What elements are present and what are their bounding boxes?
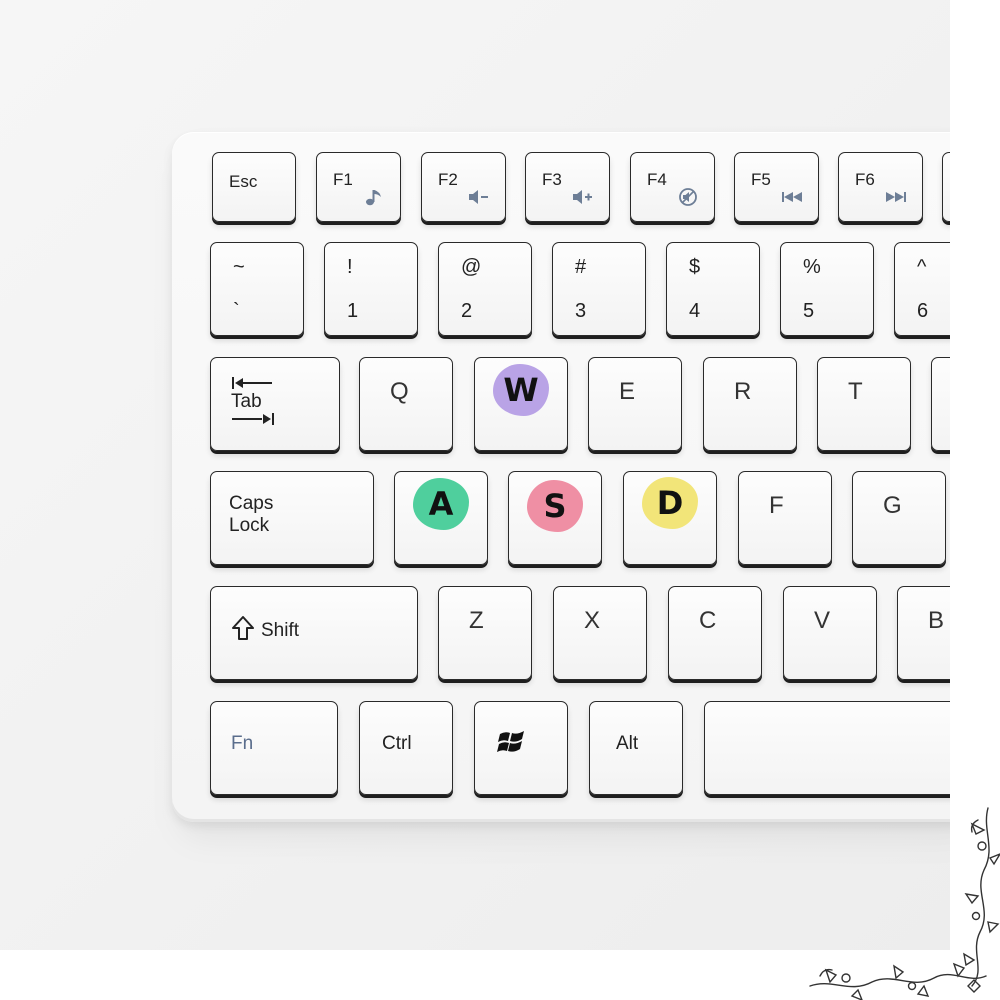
key-w[interactable]: W: [474, 357, 568, 451]
shift-arrow-icon: [232, 616, 254, 640]
key-a[interactable]: A: [394, 471, 488, 565]
key-c[interactable]: C: [668, 586, 762, 680]
next-track-icon: [886, 192, 906, 202]
key-alt[interactable]: Alt: [589, 701, 683, 795]
key-5[interactable]: % 5: [780, 242, 874, 336]
key-f4[interactable]: F4: [630, 152, 715, 222]
key-label: F1: [333, 170, 353, 189]
key-label: 5: [803, 300, 815, 322]
key-label-line2: Lock: [229, 515, 270, 536]
key-space[interactable]: [704, 701, 950, 795]
key-label: F6: [855, 170, 875, 189]
key-g[interactable]: G: [852, 471, 946, 565]
key-x[interactable]: X: [553, 586, 647, 680]
key-label: F2: [438, 170, 458, 189]
key-label: B: [928, 607, 945, 634]
key-v[interactable]: V: [783, 586, 877, 680]
key-label: R: [734, 378, 752, 405]
key-f3[interactable]: F3: [525, 152, 610, 222]
key-label: Z: [469, 607, 484, 634]
key-label: X: [584, 607, 601, 634]
key-label: T: [848, 378, 863, 405]
sticker-s: S: [527, 480, 583, 532]
key-tilde[interactable]: ~ `: [210, 242, 304, 336]
key-label: 1: [347, 300, 359, 322]
key-f2[interactable]: F2: [421, 152, 506, 222]
key-windows[interactable]: [474, 701, 568, 795]
key-label: Fn: [231, 733, 254, 754]
key-r[interactable]: R: [703, 357, 797, 451]
key-ctrl[interactable]: Ctrl: [359, 701, 453, 795]
key-label: F3: [542, 170, 562, 189]
key-label: 4: [689, 300, 701, 322]
key-label: V: [814, 607, 831, 634]
key-label: Esc: [229, 172, 258, 191]
key-label-shift: #: [575, 256, 587, 278]
key-b[interactable]: B: [897, 586, 950, 680]
key-label: F4: [647, 170, 667, 189]
key-y-partial[interactable]: [931, 357, 950, 451]
key-f6[interactable]: F6: [838, 152, 923, 222]
key-f1[interactable]: F1: [316, 152, 401, 222]
key-label: F5: [751, 170, 771, 189]
key-label: C: [699, 607, 717, 634]
key-fn[interactable]: Fn: [210, 701, 338, 795]
key-label: Shift: [261, 620, 300, 641]
key-esc[interactable]: Esc: [212, 152, 296, 222]
key-label: F: [769, 492, 784, 519]
key-tab[interactable]: Tab: [210, 357, 340, 451]
key-d[interactable]: D: [623, 471, 717, 565]
key-label: 2: [461, 300, 473, 322]
key-label: 3: [575, 300, 587, 322]
key-t[interactable]: T: [817, 357, 911, 451]
key-label-shift: !: [347, 256, 353, 278]
tab-left-arrow-icon: [232, 377, 272, 389]
key-label-shift: $: [689, 256, 701, 278]
key-4[interactable]: $ 4: [666, 242, 760, 336]
key-f7-partial[interactable]: [942, 152, 950, 222]
key-label-shift: %: [803, 256, 821, 278]
key-q[interactable]: Q: [359, 357, 453, 451]
previous-track-icon: [782, 192, 802, 202]
key-label: G: [883, 492, 902, 519]
sticker-a: A: [413, 478, 469, 530]
volume-down-icon: [469, 190, 488, 204]
key-e[interactable]: E: [588, 357, 682, 451]
key-3[interactable]: # 3: [552, 242, 646, 336]
key-label-line1: Caps: [229, 493, 274, 514]
key-2[interactable]: @ 2: [438, 242, 532, 336]
key-label-shift: ^: [917, 256, 927, 278]
key-s[interactable]: S: [508, 471, 602, 565]
key-shift[interactable]: Shift: [210, 586, 418, 680]
key-1[interactable]: ! 1: [324, 242, 418, 336]
sticker-w: W: [493, 364, 549, 416]
key-6[interactable]: ^ 6: [894, 242, 950, 336]
decorative-vine-corner: [809, 807, 1000, 1000]
key-f[interactable]: F: [738, 471, 832, 565]
key-caps-lock[interactable]: Caps Lock: [210, 471, 374, 565]
music-note-icon: [366, 190, 381, 206]
key-label: 6: [917, 300, 929, 322]
key-label-shift: ~: [233, 256, 245, 278]
key-f5[interactable]: F5: [734, 152, 819, 222]
key-label: Alt: [616, 733, 639, 754]
mute-icon: [679, 188, 697, 206]
key-label: E: [619, 378, 636, 405]
tab-right-arrow-icon: [232, 413, 274, 425]
key-label: Ctrl: [382, 733, 412, 754]
volume-up-icon: [573, 190, 592, 204]
key-label: `: [233, 300, 240, 322]
key-label-shift: @: [461, 256, 482, 278]
key-label: Tab: [231, 391, 262, 412]
key-z[interactable]: Z: [438, 586, 532, 680]
windows-logo-icon: [497, 731, 524, 752]
sticker-d: D: [642, 477, 698, 529]
key-label: Q: [390, 378, 409, 405]
